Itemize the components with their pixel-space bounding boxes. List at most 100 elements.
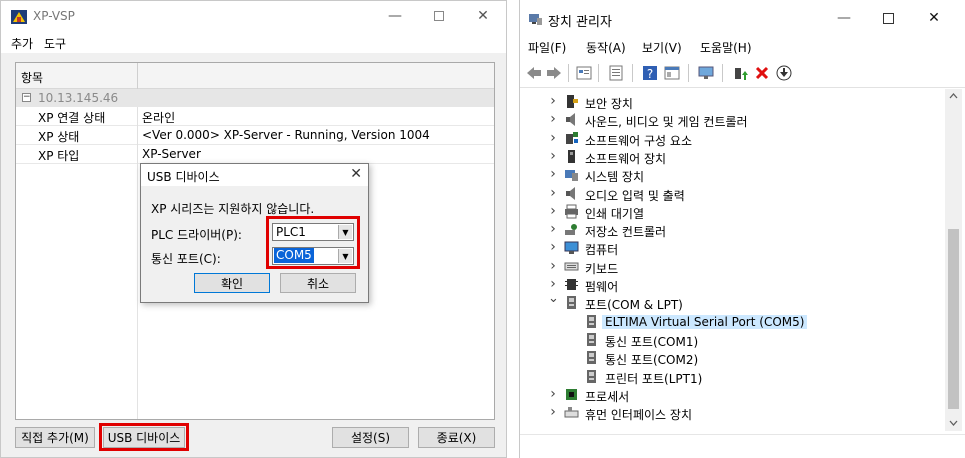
- tree-category-item[interactable]: › 시스템 장치: [520, 166, 940, 184]
- usb-device-button[interactable]: USB 디바이스: [103, 427, 185, 448]
- exit-button[interactable]: 종료(X): [418, 427, 495, 448]
- minimize-button[interactable]: —: [373, 1, 417, 31]
- download-icon[interactable]: [776, 65, 792, 81]
- grid-header-label: 항목: [21, 71, 44, 85]
- scan-hardware-icon[interactable]: [698, 65, 714, 81]
- chevron-right-icon[interactable]: ›: [548, 239, 558, 255]
- tree-category-item[interactable]: › 펌웨어: [520, 276, 940, 294]
- maximize-icon: [882, 12, 894, 24]
- close-button[interactable]: ✕: [912, 0, 956, 36]
- help-icon[interactable]: ?: [642, 65, 658, 81]
- collapse-icon[interactable]: −: [22, 93, 31, 102]
- grid-row[interactable]: XP 연결 상태 온라인: [16, 107, 494, 126]
- tree-category-item[interactable]: › 프로세서: [520, 386, 940, 404]
- maximize-button[interactable]: [417, 1, 461, 31]
- chevron-right-icon[interactable]: ›: [548, 185, 558, 201]
- window-title: 장치 관리자: [548, 15, 612, 30]
- tree-child-item[interactable]: ELTIMA Virtual Serial Port (COM5): [520, 313, 940, 331]
- tree-child-item[interactable]: 통신 포트(COM2): [520, 349, 940, 367]
- scroll-up-icon[interactable]: [949, 93, 958, 99]
- cancel-button[interactable]: 취소: [280, 273, 356, 293]
- port-icon: [587, 351, 596, 365]
- menu-bar: 파일(F) 동작(A) 보기(V) 도움말(H): [520, 36, 965, 58]
- properties-view-icon[interactable]: [576, 65, 592, 81]
- document-icon[interactable]: [608, 65, 624, 81]
- comm-port-select[interactable]: COM5 ▼: [272, 247, 354, 265]
- tree-category-item[interactable]: › 휴먼 인터페이스 장치: [520, 404, 940, 422]
- tree-category-item[interactable]: › 소프트웨어 구성 요소: [520, 130, 940, 148]
- tree-category-item[interactable]: › 인쇄 대기열: [520, 203, 940, 221]
- security-device-icon: [567, 95, 578, 108]
- plc-driver-select[interactable]: PLC1 ▼: [272, 223, 354, 241]
- cell-divider: [137, 145, 138, 164]
- chevron-down-icon[interactable]: ▼: [338, 249, 352, 263]
- menu-tools[interactable]: 도구: [44, 35, 66, 52]
- tree-category-item[interactable]: › 보안 장치: [520, 93, 940, 111]
- uninstall-icon[interactable]: [754, 65, 770, 81]
- chevron-right-icon[interactable]: ›: [548, 130, 558, 146]
- chevron-right-icon[interactable]: ›: [548, 386, 558, 402]
- group-ip: 10.13.145.46: [38, 91, 119, 105]
- tree-child-item[interactable]: 프린터 포트(LPT1): [520, 368, 940, 386]
- chevron-right-icon[interactable]: ›: [548, 258, 558, 274]
- tree-item-label: 프로세서: [585, 389, 630, 404]
- back-icon[interactable]: [526, 65, 542, 81]
- chevron-down-icon[interactable]: ▼: [338, 225, 352, 239]
- grid-row[interactable]: XP 타입 XP-Server: [16, 145, 494, 164]
- tree-category-item[interactable]: › 컴퓨터: [520, 239, 940, 257]
- menu-view[interactable]: 보기(V): [642, 39, 682, 56]
- row-key: XP 상태: [38, 130, 80, 144]
- chevron-down-icon[interactable]: ⌄: [548, 291, 559, 306]
- chevron-right-icon[interactable]: ›: [548, 276, 558, 292]
- hid-icon: [564, 407, 579, 418]
- scroll-down-icon[interactable]: [949, 420, 958, 426]
- menu-action[interactable]: 동작(A): [586, 39, 626, 56]
- tree-item-label: ELTIMA Virtual Serial Port (COM5): [602, 314, 808, 329]
- toolbar-separator: [568, 64, 569, 82]
- device-manager-window: 장치 관리자 — ✕ 파일(F) 동작(A) 보기(V) 도움말(H) ? › 보…: [519, 0, 965, 458]
- scrollbar-thumb[interactable]: [948, 229, 959, 409]
- close-button[interactable]: ✕: [461, 1, 505, 31]
- tree-item-label: 인쇄 대기열: [585, 206, 645, 221]
- vertical-scrollbar[interactable]: [945, 89, 962, 431]
- storage-controller-icon: [565, 224, 577, 236]
- grid-group-row[interactable]: − 10.13.145.46: [16, 89, 494, 107]
- chevron-right-icon[interactable]: ›: [548, 203, 558, 219]
- row-key: XP 타입: [38, 149, 80, 163]
- comm-port-value: COM5: [274, 248, 314, 263]
- software-component-icon: [566, 131, 578, 144]
- ok-button[interactable]: 확인: [194, 273, 270, 293]
- tree-category-item[interactable]: › 저장소 컨트롤러: [520, 221, 940, 239]
- direct-add-button[interactable]: 직접 추가(M): [15, 427, 95, 448]
- tree-category-item[interactable]: › 키보드: [520, 258, 940, 276]
- chevron-right-icon[interactable]: ›: [548, 111, 558, 127]
- panel-icon[interactable]: [664, 65, 680, 81]
- update-driver-icon[interactable]: [732, 65, 748, 81]
- tree-category-item[interactable]: › 사운드, 비디오 및 게임 컨트롤러: [520, 111, 940, 129]
- chevron-right-icon[interactable]: ›: [548, 148, 558, 164]
- chevron-right-icon[interactable]: ›: [548, 93, 558, 109]
- chevron-right-icon[interactable]: ›: [548, 166, 558, 182]
- forward-icon[interactable]: [546, 65, 562, 81]
- device-manager-icon: [529, 14, 542, 25]
- tree-category-item[interactable]: ⌄ 포트(COM & LPT): [520, 291, 940, 313]
- close-icon[interactable]: ✕: [350, 166, 362, 182]
- minimize-button[interactable]: —: [822, 0, 866, 36]
- maximize-button[interactable]: [866, 0, 910, 36]
- close-icon: ✕: [477, 8, 489, 24]
- menu-add[interactable]: 추가: [11, 35, 33, 52]
- tree-child-item[interactable]: 통신 포트(COM1): [520, 331, 940, 349]
- tree-category-item[interactable]: › 소프트웨어 장치: [520, 148, 940, 166]
- menu-file[interactable]: 파일(F): [528, 39, 566, 56]
- dialog-message: XP 시리즈는 지원하지 않습니다.: [151, 202, 315, 216]
- plc-driver-label: PLC 드라이버(P):: [151, 228, 242, 242]
- settings-button[interactable]: 설정(S): [332, 427, 409, 448]
- tree-item-label: 휴먼 인터페이스 장치: [585, 408, 692, 423]
- grid-row[interactable]: XP 상태 <Ver 0.000> XP-Server - Running, V…: [16, 126, 494, 145]
- menu-help[interactable]: 도움말(H): [700, 39, 752, 56]
- chevron-right-icon[interactable]: ›: [548, 404, 558, 420]
- tree-item-label: 포트(COM & LPT): [585, 298, 683, 313]
- tree-category-item[interactable]: › 오디오 입력 및 출력: [520, 185, 940, 203]
- chevron-right-icon[interactable]: ›: [548, 221, 558, 237]
- toolbar: ?: [520, 58, 965, 88]
